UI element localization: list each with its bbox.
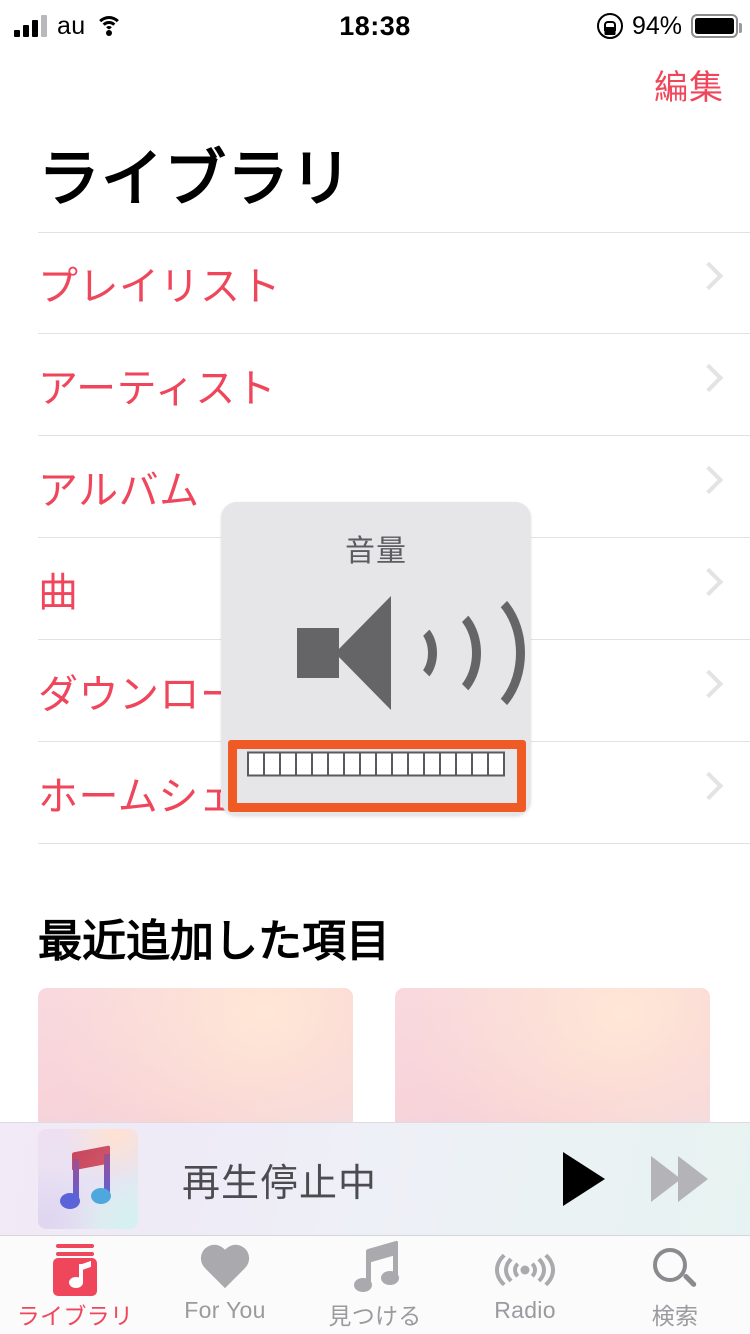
library-row-playlists[interactable]: プレイリスト <box>38 232 750 334</box>
chevron-right-icon <box>694 261 724 291</box>
edit-button[interactable]: 編集 <box>654 60 724 109</box>
chevron-right-icon <box>694 771 724 800</box>
tab-label: 検索 <box>651 1303 699 1329</box>
volume-segment <box>393 753 409 775</box>
volume-segment <box>297 753 313 775</box>
music-app-screen: au 18:38 94% 編集 ライブラリ プレイリスト アーティスト アルバム… <box>0 0 750 1334</box>
row-label: 曲 <box>38 570 79 615</box>
tab-browse[interactable]: 見つける <box>300 1236 450 1331</box>
volume-segment <box>409 753 425 775</box>
volume-segment <box>281 753 297 775</box>
mini-player-status-label: 再生停止中 <box>182 1162 378 1205</box>
volume-level-track[interactable] <box>247 751 505 777</box>
fast-forward-icon[interactable] <box>651 1156 708 1202</box>
tab-bar: ライブラリ For You 見つける Radio 検索 <box>0 1235 750 1334</box>
volume-segment <box>425 753 441 775</box>
chevron-right-icon <box>694 363 724 392</box>
radio-broadcast-icon <box>494 1245 556 1295</box>
volume-hud-title: 音量 <box>345 535 407 568</box>
volume-segment <box>329 753 345 775</box>
volume-segment <box>441 753 457 775</box>
volume-segment <box>473 753 489 775</box>
chevron-right-icon <box>694 465 724 494</box>
battery-percent-label: 94% <box>631 11 682 40</box>
volume-segment <box>377 753 393 775</box>
volume-segment <box>361 753 377 775</box>
tab-label: For You <box>184 1297 266 1323</box>
status-bar-right: 94% <box>596 0 742 52</box>
mini-player[interactable]: 再生停止中 <box>0 1122 750 1235</box>
tab-for-you[interactable]: For You <box>150 1236 300 1324</box>
row-label: アルバム <box>38 468 200 513</box>
recently-added-title: 最近追加した項目 <box>38 917 390 966</box>
volume-segment <box>313 753 329 775</box>
music-note-icon <box>60 1145 116 1211</box>
row-label: アーティスト <box>38 366 277 411</box>
volume-segment <box>249 753 265 775</box>
volume-segment <box>489 753 503 775</box>
chevron-right-icon <box>694 669 724 698</box>
volume-slider-area[interactable] <box>229 729 523 799</box>
tab-label: 見つける <box>328 1303 422 1329</box>
volume-segment <box>345 753 361 775</box>
search-icon <box>651 1245 699 1295</box>
row-label: プレイリスト <box>38 265 281 309</box>
mini-player-controls <box>563 1152 708 1206</box>
status-bar: au 18:38 94% <box>0 0 750 52</box>
music-note-icon <box>352 1240 399 1295</box>
volume-segment <box>265 753 281 775</box>
volume-hud: 音量 <box>221 502 531 816</box>
mini-player-artwork <box>38 1129 138 1229</box>
tab-library[interactable]: ライブラリ <box>0 1236 150 1331</box>
rotation-lock-icon <box>596 13 623 39</box>
volume-segment <box>457 753 473 775</box>
tab-radio[interactable]: Radio <box>450 1236 600 1324</box>
play-icon[interactable] <box>563 1152 605 1206</box>
page-title: ライブラリ <box>38 145 354 214</box>
tab-label: Radio <box>494 1297 556 1323</box>
tab-search[interactable]: 検索 <box>600 1236 750 1331</box>
speaker-wave-icon <box>297 583 525 723</box>
library-icon <box>51 1244 99 1296</box>
chevron-right-icon <box>694 567 724 596</box>
heart-icon <box>198 1245 252 1295</box>
tab-label: ライブラリ <box>16 1303 134 1329</box>
library-row-artists[interactable]: アーティスト <box>38 334 750 436</box>
battery-icon <box>691 14 742 38</box>
